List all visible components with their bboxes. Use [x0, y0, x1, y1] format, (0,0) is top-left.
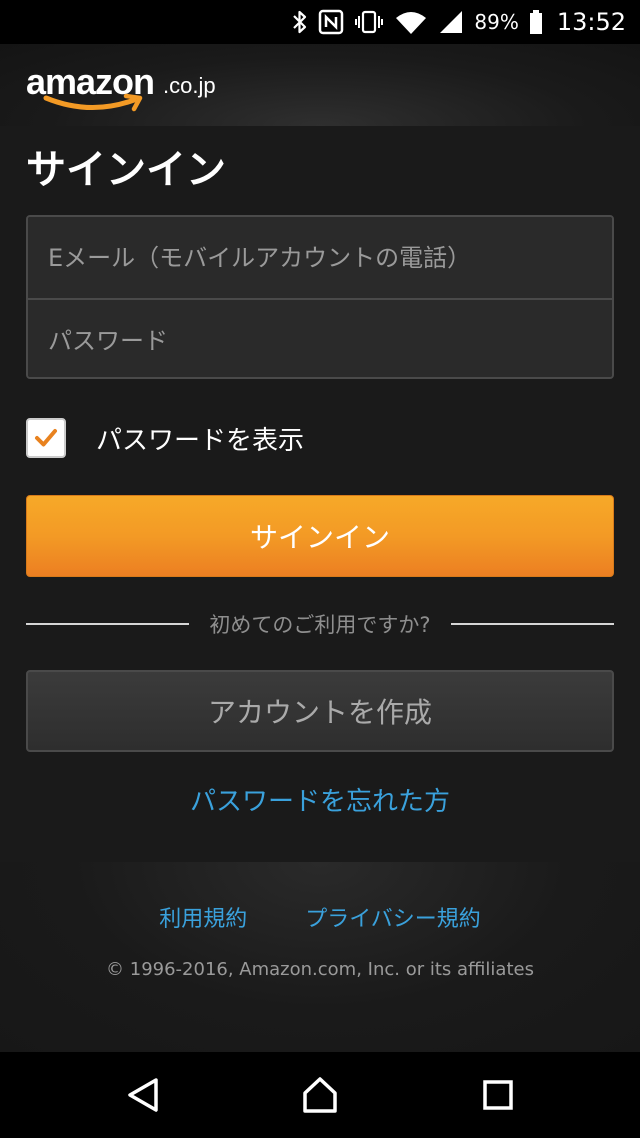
recents-icon — [483, 1080, 513, 1110]
footer: 利用規約 プライバシー規約 © 1996-2016, Amazon.com, I… — [0, 862, 640, 1052]
first-time-text: 初めてのご利用ですか? — [209, 613, 431, 637]
show-password-row[interactable]: パスワードを表示 — [26, 417, 304, 459]
status-bar: 89% 13:52 — [0, 0, 640, 44]
header: amazon .co.jp — [0, 44, 640, 126]
login-fields — [26, 215, 614, 379]
nfc-icon — [318, 9, 344, 35]
password-input[interactable] — [28, 300, 612, 377]
home-icon — [303, 1077, 337, 1113]
screen: 89% 13:52 amazon .co.jp サインイン Eメール（モバイルア… — [0, 0, 640, 1138]
first-time-divider: 初めてのご利用ですか? — [26, 605, 614, 643]
clock: 13:52 — [556, 8, 626, 36]
footer-links: 利用規約 プライバシー規約 — [0, 902, 640, 938]
back-icon — [128, 1078, 158, 1112]
terms-link[interactable]: 利用規約 — [159, 902, 247, 938]
status-icons: 89% 13:52 — [292, 0, 626, 44]
nav-bar — [0, 1052, 640, 1138]
signal-icon — [438, 9, 464, 35]
forgot-password-link[interactable]: パスワードを忘れた方 — [0, 780, 640, 824]
battery-percent: 89% — [474, 10, 519, 34]
email-input[interactable] — [28, 217, 612, 298]
divider-line-right — [450, 623, 614, 625]
smile-arrow-icon — [43, 93, 143, 112]
divider-line-left — [26, 623, 190, 625]
check-icon — [35, 429, 57, 447]
amazon-logo[interactable]: amazon .co.jp — [26, 62, 226, 122]
create-account-button[interactable]: アカウントを作成 — [26, 670, 614, 752]
copyright: © 1996-2016, Amazon.com, Inc. or its aff… — [106, 959, 534, 980]
show-password-checkbox[interactable] — [26, 418, 66, 458]
vibrate-icon — [354, 9, 384, 35]
bluetooth-icon — [292, 9, 308, 35]
home-button[interactable] — [298, 1073, 342, 1117]
show-password-label: パスワードを表示 — [96, 425, 305, 456]
logo-tld: .co.jp — [163, 73, 216, 98]
wifi-icon — [394, 9, 428, 35]
recents-button[interactable] — [476, 1073, 520, 1117]
privacy-link[interactable]: プライバシー規約 — [305, 902, 481, 938]
back-button[interactable] — [121, 1073, 165, 1117]
battery-icon — [529, 9, 543, 35]
page-title: サインイン — [26, 147, 226, 193]
signin-button[interactable]: サインイン — [26, 495, 614, 577]
